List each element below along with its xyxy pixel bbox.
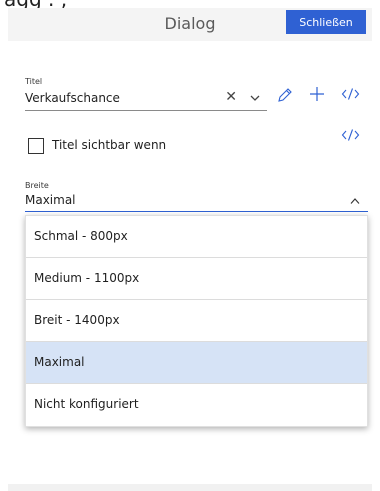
dropdown-option-label: Medium - 1100px: [34, 271, 140, 285]
dialog-header: Dialog Schließen: [8, 8, 372, 41]
close-button[interactable]: Schließen: [286, 10, 366, 34]
dropdown-option[interactable]: Nicht konfiguriert: [26, 384, 367, 426]
dropdown-option[interactable]: Breit - 1400px: [26, 300, 367, 342]
title-visible-checkbox[interactable]: [28, 138, 44, 154]
plus-icon[interactable]: [308, 85, 326, 103]
code-icon[interactable]: [341, 87, 360, 101]
chevron-down-icon[interactable]: [249, 92, 261, 104]
close-icon[interactable]: ✕: [225, 89, 237, 105]
dialog-footer: [8, 484, 372, 491]
dropdown-option-label: Breit - 1400px: [34, 313, 120, 327]
width-dropdown-list: Schmal - 800px Medium - 1100px Breit - 1…: [25, 215, 368, 427]
chevron-up-icon[interactable]: [350, 197, 360, 205]
width-select-value: Maximal: [25, 193, 76, 207]
title-input-value: Verkaufschance: [25, 91, 120, 105]
dropdown-option-label: Nicht konfiguriert: [34, 397, 139, 411]
width-select[interactable]: Maximal: [25, 192, 368, 212]
title-field-label: Titel: [25, 77, 43, 86]
pencil-icon[interactable]: [276, 86, 294, 104]
dropdown-option[interactable]: Medium - 1100px: [26, 258, 367, 300]
code-icon[interactable]: [341, 128, 360, 142]
title-input[interactable]: Verkaufschance ✕: [25, 88, 267, 111]
dropdown-option[interactable]: Schmal - 800px: [26, 216, 367, 258]
title-visible-label: Titel sichtbar wenn: [52, 138, 167, 152]
dropdown-option-label: Schmal - 800px: [34, 229, 128, 243]
dropdown-option-label: Maximal: [34, 355, 85, 369]
width-field-label: Breite: [25, 181, 49, 190]
top-cut-text: agg . ,: [0, 0, 380, 8]
dropdown-option-selected[interactable]: Maximal: [26, 342, 367, 384]
